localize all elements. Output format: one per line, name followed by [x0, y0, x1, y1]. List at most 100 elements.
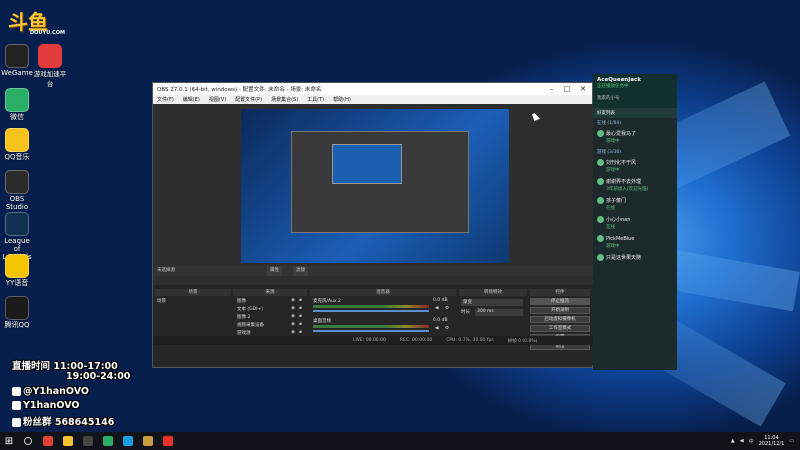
obs-statusbar: LIVE: 00:00:00 REC: 00:00:00 CPU: 0.7%, … [153, 336, 594, 345]
desktop-icon-accelerator[interactable]: 游戏加速平台 [32, 44, 68, 88]
source-toolbar: 未选择源 属性 滤镜 [153, 266, 594, 276]
qq-taskbar-icon [123, 436, 133, 446]
desktop-icon-label: 微信 [10, 113, 24, 121]
wechat-icon [5, 88, 29, 112]
friend-item[interactable]: PickMeBlue 游戏中 [593, 233, 677, 252]
menu-item[interactable]: 配置文件(P) [235, 96, 262, 103]
weibo-handle: @Y1hanOVO [23, 386, 90, 397]
desktop-icon-wegame[interactable]: WeGame [0, 44, 34, 77]
friend-item[interactable]: 孩子傻门 在线 [593, 195, 677, 214]
cpu-usage: CPU: 0.7%, 30.00 fps [446, 338, 494, 343]
gear-icon[interactable]: ⚙ [445, 326, 449, 331]
control-button[interactable]: 工作室模式 [530, 325, 590, 332]
network-icon[interactable]: ▲ [731, 438, 735, 444]
minimize-icon[interactable]: – [550, 85, 554, 93]
volume-slider[interactable] [313, 310, 429, 312]
eye-icon[interactable]: ◉ [291, 306, 295, 311]
duration-input[interactable]: 300 ms [475, 309, 523, 316]
friends-panel[interactable]: AceQueenJack 正在播放任务中 我家的小号 好友列表 在线 (1/84… [593, 74, 677, 370]
desktop-icon-label: YY语音 [5, 279, 29, 287]
desktop-icon-qqmusic[interactable]: QQ音乐 [0, 128, 34, 161]
friends-panel-header: AceQueenJack 正在播放任务中 我家的小号 [593, 74, 677, 108]
transition-select[interactable]: 渐变 [461, 299, 523, 306]
search-icon[interactable] [18, 432, 38, 450]
friends-group-header[interactable]: 在线 (1/84) [593, 118, 677, 128]
menu-item[interactable]: 文件(F) [157, 96, 174, 103]
menu-item[interactable]: 工具(T) [307, 96, 324, 103]
source-item[interactable]: 图像 [237, 298, 246, 304]
friend-item[interactable]: 谢谢弄不去外理 3年前加入(欢迎光临) [593, 176, 677, 195]
friend-status: 3年前加入(欢迎光临) [606, 187, 649, 192]
eye-icon[interactable]: ◉ [291, 330, 295, 335]
notification-icon[interactable]: ▭ [789, 438, 794, 444]
friends-group-header[interactable]: 游戏 (3/36) [593, 147, 677, 157]
source-item[interactable]: 文本 (GDI+) [237, 306, 263, 312]
control-button[interactable]: 开始录制 [530, 307, 590, 314]
obs-taskbar-icon [83, 436, 93, 446]
friend-status: 在线 [606, 225, 615, 230]
source-item[interactable]: 视频采集设备 [237, 322, 264, 328]
scene-item[interactable]: 场景 [157, 298, 166, 304]
windows-start-icon[interactable]: ⊞ [0, 432, 18, 450]
volume-slider[interactable] [313, 330, 429, 332]
speaker-icon[interactable]: ◀ [435, 326, 438, 331]
mixer-header: 混音器 [310, 289, 456, 296]
obs-titlebar[interactable]: OBS 27.0.1 (64-bit, windows) - 配置文件: 未命名… [153, 83, 592, 95]
control-button[interactable]: 停止推流 [530, 298, 590, 305]
maximize-icon[interactable]: □ [564, 85, 571, 93]
friend-item[interactable]: 刘刊化不干风 游戏中 [593, 157, 677, 176]
controls-header: 控件 [530, 289, 590, 296]
friend-item[interactable]: 只是这世果天随 [593, 252, 677, 264]
ime-icon[interactable]: 中 [749, 438, 754, 445]
menu-item[interactable]: 视图(V) [209, 96, 226, 103]
lock-icon[interactable]: ▪ [299, 306, 302, 311]
qq-taskbar-button[interactable] [118, 432, 138, 450]
sub-account: 我家的小号 [597, 96, 620, 101]
properties-button[interactable]: 属性 [267, 266, 282, 276]
avatar [597, 130, 604, 137]
close-icon[interactable]: ✕ [580, 85, 586, 93]
desktop-icon-yy[interactable]: YY语音 [0, 254, 34, 287]
menu-item[interactable]: 场景集合(S) [271, 96, 298, 103]
yy-icon [5, 254, 29, 278]
friend-item[interactable]: 小心小nan 在线 [593, 214, 677, 233]
obs-window[interactable]: OBS 27.0.1 (64-bit, windows) - 配置文件: 未命名… [152, 82, 594, 368]
lol-taskbar-button[interactable] [138, 432, 158, 450]
eye-icon[interactable]: ◉ [291, 322, 295, 327]
lock-icon[interactable]: ▪ [299, 314, 302, 319]
friend-name: 小心小nan [606, 217, 631, 223]
source-item[interactable]: 图像 2 [237, 314, 250, 320]
gear-icon[interactable]: ⚙ [445, 306, 449, 311]
friend-item[interactable]: 最心爱我马了 游戏中 [593, 128, 677, 147]
volume-icon[interactable]: ◀ [740, 438, 744, 444]
menu-item[interactable]: 编辑(E) [183, 96, 200, 103]
wechat-taskbar-icon [103, 436, 113, 446]
wechat-taskbar-button[interactable] [98, 432, 118, 450]
speaker-icon[interactable]: ◀ [435, 306, 438, 311]
douyin-icon [12, 401, 21, 410]
control-button[interactable]: 启动虚拟摄像机 [530, 316, 590, 323]
lock-icon[interactable]: ▪ [299, 330, 302, 335]
lock-icon[interactable]: ▪ [299, 298, 302, 303]
desktop-icon-qq[interactable]: 腾讯QQ [0, 296, 34, 329]
eye-icon[interactable]: ◉ [291, 298, 295, 303]
lock-icon[interactable]: ▪ [299, 322, 302, 327]
clock[interactable]: 11:04 2021/12/1 [759, 435, 785, 447]
filters-button[interactable]: 滤镜 [293, 266, 308, 276]
video-taskbar-button[interactable] [158, 432, 178, 450]
desktop-icon-wechat[interactable]: 微信 [0, 88, 34, 121]
duration-label: 时长 [461, 310, 470, 315]
chrome-icon [43, 436, 53, 446]
chrome-button[interactable] [38, 432, 58, 450]
menu-item[interactable]: 帮助(H) [333, 96, 351, 103]
obs-preview[interactable]: 未选择源 属性 滤镜 场景 场景 来源 图像 ◉ ▪ 文本 (GDI+) ◉ ▪ 图像 2 ◉… [153, 104, 594, 365]
obs-taskbar-button[interactable] [78, 432, 98, 450]
desktop-icon-label: 腾讯QQ [4, 321, 30, 329]
eye-icon[interactable]: ◉ [291, 314, 295, 319]
fans-group-label: 粉丝群 [23, 417, 52, 428]
desktop-icon-obs[interactable]: OBS Studio [0, 170, 34, 211]
avatar [597, 197, 604, 204]
avatar [597, 178, 604, 185]
file-explorer-button[interactable] [58, 432, 78, 450]
nested-obs-preview [291, 131, 469, 233]
